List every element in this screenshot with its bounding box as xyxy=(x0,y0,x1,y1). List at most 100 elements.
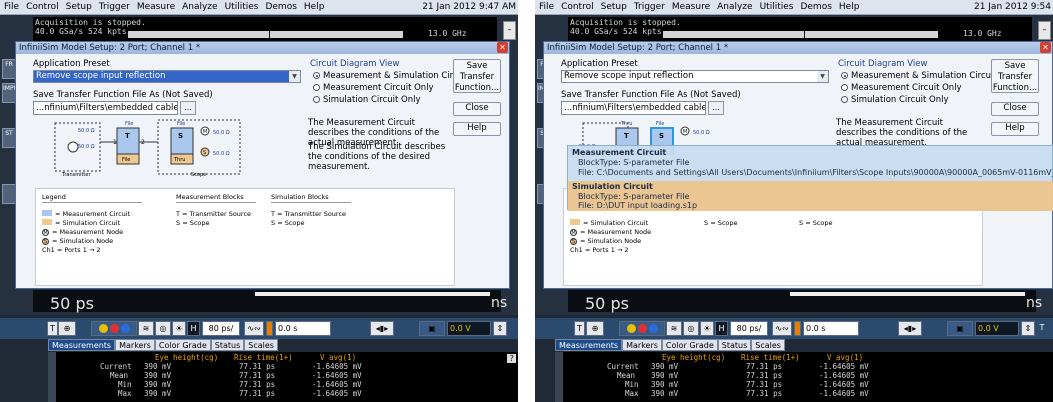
radio-meas-sim[interactable]: Measurement & Simulation Circuits xyxy=(841,71,1001,81)
tab-scales[interactable]: Scales xyxy=(244,339,278,351)
brightness-icon[interactable]: ☀ xyxy=(172,321,186,336)
trigger-marker[interactable]: T xyxy=(574,321,585,336)
help-question-button[interactable]: ? xyxy=(507,354,516,363)
math-icon[interactable]: ≋ xyxy=(138,321,154,336)
channel-1-dot[interactable] xyxy=(98,324,108,333)
close-button[interactable]: Close xyxy=(991,102,1039,116)
channel-1-dot[interactable] xyxy=(626,324,636,333)
menu-control[interactable]: Control xyxy=(557,0,597,12)
tab-scales[interactable]: Scales xyxy=(751,339,785,351)
math-icon[interactable]: ≋ xyxy=(666,321,682,336)
close-button[interactable]: Close xyxy=(453,102,501,116)
radio-indicator[interactable] xyxy=(841,96,848,103)
radio-indicator[interactable] xyxy=(841,72,848,79)
left-tab-st[interactable]: ST xyxy=(2,128,16,148)
menu-trigger[interactable]: Trigger xyxy=(95,0,133,12)
tab-status[interactable]: Status xyxy=(210,339,245,351)
brightness-icon[interactable]: ☀ xyxy=(700,321,714,336)
horizontal-button[interactable]: H xyxy=(715,321,728,336)
file-path-field[interactable]: ...nfinium\Filters\embedded cable.tf2 xyxy=(33,101,178,115)
menu-file[interactable]: File xyxy=(535,0,557,12)
menu-setup[interactable]: Setup xyxy=(597,0,630,12)
channel-3-dot[interactable] xyxy=(120,324,130,333)
trigger-slope-button[interactable]: ⇕ xyxy=(493,321,507,336)
tab-markers[interactable]: Markers xyxy=(622,339,662,351)
channel-2-dot[interactable] xyxy=(637,324,647,333)
menu-utilities[interactable]: Utilities xyxy=(756,0,797,12)
app-preset-select[interactable]: Remove scope input reflection ▼ xyxy=(33,70,301,83)
tab-measurements[interactable]: Measurements xyxy=(48,339,116,351)
save-transfer-function-button[interactable]: Save Transfer Function... xyxy=(453,59,501,93)
trigger-slope-button[interactable]: ⇕ xyxy=(1021,321,1035,336)
chevron-down-icon[interactable]: ▼ xyxy=(817,71,828,82)
minimize-button[interactable]: – xyxy=(1038,21,1051,40)
trigger-source-button[interactable]: ▣ xyxy=(947,321,973,336)
channel-buttons[interactable] xyxy=(619,321,665,336)
browse-button[interactable]: ... xyxy=(708,101,724,115)
delay-field[interactable]: 0.0 s xyxy=(803,321,859,336)
radio-meas-sim[interactable]: Measurement & Simulation Circuits xyxy=(313,71,473,81)
browse-button[interactable]: ... xyxy=(180,101,196,115)
radio-indicator[interactable] xyxy=(841,84,848,91)
left-tab-fr[interactable]: FR xyxy=(2,59,16,79)
save-transfer-function-button[interactable]: Save Transfer Function... xyxy=(991,59,1039,93)
waveform-icon[interactable]: ∿∾ xyxy=(244,321,264,336)
radio-indicator[interactable] xyxy=(313,72,320,79)
trigger-marker[interactable]: T xyxy=(47,321,58,336)
tab-color-grade[interactable]: Color Grade xyxy=(154,339,211,351)
trigger-mode-button[interactable]: ⊕ xyxy=(586,321,604,336)
trigger-mode-button[interactable]: ⊕ xyxy=(58,321,76,336)
menu-help[interactable]: Help xyxy=(300,0,328,12)
menu-demos[interactable]: Demos xyxy=(261,0,299,12)
trigger-source-button[interactable]: ▣ xyxy=(419,321,445,336)
tab-measurements[interactable]: Measurements xyxy=(555,339,623,351)
zoom-stepper[interactable]: ◂▮▸ xyxy=(898,321,922,336)
menu-demos[interactable]: Demos xyxy=(796,0,834,12)
menu-setup[interactable]: Setup xyxy=(62,0,95,12)
radio-sim-only[interactable]: Simulation Circuit Only xyxy=(841,95,949,105)
close-icon[interactable]: ✕ xyxy=(1040,42,1051,53)
channel-3-dot[interactable] xyxy=(648,324,658,333)
minimize-button[interactable]: – xyxy=(503,21,516,40)
app-preset-select[interactable]: Remove scope input reflection ▼ xyxy=(561,70,829,83)
radio-indicator[interactable] xyxy=(313,84,320,91)
tab-status[interactable]: Status xyxy=(717,339,752,351)
radio-meas-only[interactable]: Measurement Circuit Only xyxy=(313,83,434,93)
help-button[interactable]: Help xyxy=(453,122,501,136)
zoom-stepper[interactable]: ◂▮▸ xyxy=(370,321,394,336)
menu-help[interactable]: Help xyxy=(835,0,863,12)
menu-measure[interactable]: Measure xyxy=(668,0,713,12)
chevron-down-icon[interactable]: ▼ xyxy=(289,71,300,82)
menu-file[interactable]: File xyxy=(0,0,22,12)
horizontal-button[interactable]: H xyxy=(187,321,200,336)
close-icon[interactable]: ✕ xyxy=(497,42,508,53)
menu-control[interactable]: Control xyxy=(22,0,62,12)
channel-2-dot[interactable] xyxy=(109,324,119,333)
time-div-field[interactable]: 80 ps/ xyxy=(730,321,768,336)
right-trigger-marker[interactable]: T xyxy=(1037,321,1047,336)
trigger-level-field[interactable]: 0.0 V xyxy=(975,321,1019,336)
color-icon[interactable]: ◎ xyxy=(155,321,171,336)
waveform-icon[interactable]: ∿∾ xyxy=(772,321,792,336)
trigger-level-field[interactable]: 0.0 V xyxy=(447,321,491,336)
tab-color-grade[interactable]: Color Grade xyxy=(661,339,718,351)
menu-utilities[interactable]: Utilities xyxy=(221,0,262,12)
time-div-field[interactable]: 80 ps/ xyxy=(202,321,240,336)
radio-indicator[interactable] xyxy=(313,96,320,103)
transmitter-label: Transmitter xyxy=(61,172,91,178)
tab-markers[interactable]: Markers xyxy=(115,339,155,351)
channel-buttons[interactable] xyxy=(91,321,137,336)
delay-field[interactable]: 0.0 s xyxy=(275,321,331,336)
menu-measure[interactable]: Measure xyxy=(133,0,178,12)
radio-sim-only[interactable]: Simulation Circuit Only xyxy=(313,95,421,105)
left-tab-4[interactable] xyxy=(2,184,16,204)
menu-trigger[interactable]: Trigger xyxy=(630,0,668,12)
help-button[interactable]: Help xyxy=(991,122,1039,136)
color-icon[interactable]: ◎ xyxy=(683,321,699,336)
v-avg-value: -1.64605 mV xyxy=(819,380,869,389)
left-tab-impu[interactable]: IMPU xyxy=(2,83,16,103)
menu-analyze[interactable]: Analyze xyxy=(178,0,220,12)
menu-analyze[interactable]: Analyze xyxy=(713,0,755,12)
radio-meas-only[interactable]: Measurement Circuit Only xyxy=(841,83,962,93)
file-path-field[interactable]: ...nfinium\Filters\embedded cable.tf2 xyxy=(561,101,706,115)
